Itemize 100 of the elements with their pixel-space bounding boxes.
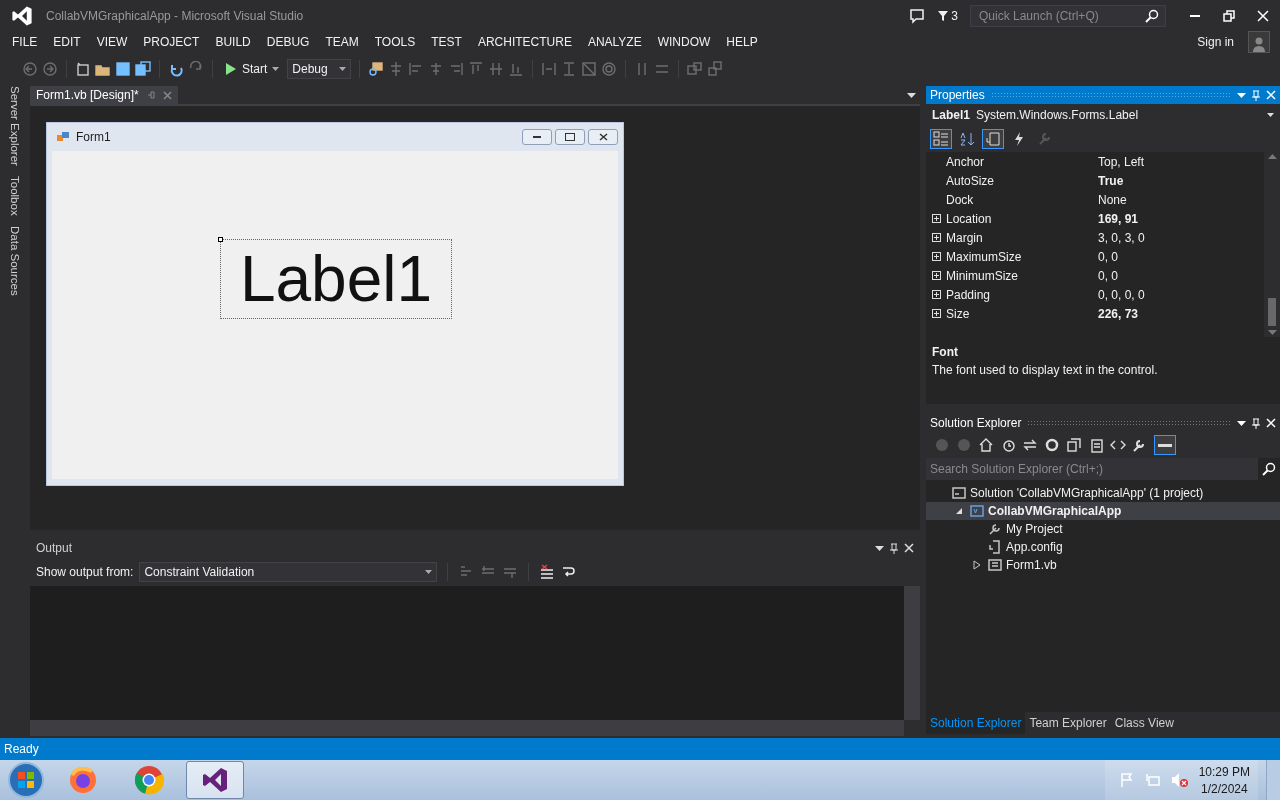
search-field[interactable]: Search Solution Explorer (Ctrl+;)	[926, 458, 1258, 480]
align-right-icon[interactable]	[448, 61, 465, 77]
close-icon	[598, 133, 608, 141]
find-icon[interactable]	[368, 61, 385, 77]
align-bottom-icon[interactable]	[508, 61, 525, 77]
panel-title: Properties	[930, 88, 985, 102]
side-tab[interactable]: Server Explorer	[7, 86, 23, 166]
tree-item[interactable]: CollabVMGraphicalApp	[926, 502, 1280, 520]
menu-item[interactable]: DEBUG	[258, 35, 318, 49]
tree-item[interactable]: App.config	[926, 538, 1280, 556]
menu-item[interactable]: FILE	[4, 35, 46, 49]
caret-icon	[1267, 113, 1274, 117]
tree-item[interactable]: My Project	[926, 520, 1280, 538]
properties-button[interactable]	[982, 129, 1004, 149]
menu-item[interactable]: EDIT	[45, 35, 89, 49]
horizontal-scrollbar[interactable]	[30, 720, 904, 736]
property-value[interactable]: Top, Left	[1098, 154, 1145, 169]
property-name[interactable]: Dock	[946, 192, 1098, 207]
collapse-all-icon[interactable]	[1066, 437, 1082, 453]
property-value[interactable]: 0, 0	[1098, 249, 1118, 264]
person-icon	[1252, 36, 1266, 52]
send-back-icon[interactable]	[707, 61, 724, 77]
menu-item[interactable]: HELP	[718, 35, 766, 49]
tree-item[interactable]: Form1.vb	[926, 556, 1280, 574]
object-selector[interactable]: Label1 System.Windows.Forms.Label	[926, 104, 1280, 126]
property-value[interactable]: 0, 0, 0, 0	[1098, 287, 1145, 302]
property-name[interactable]: Size	[946, 306, 1098, 321]
property-value[interactable]: 226, 73	[1098, 306, 1139, 321]
forward-icon[interactable]	[42, 61, 58, 77]
new-project-icon[interactable]	[75, 61, 91, 77]
forward-icon[interactable]	[956, 437, 972, 453]
maximize-icon	[565, 133, 575, 141]
property-name[interactable]: MaximumSize	[946, 249, 1098, 264]
show-all-files-icon[interactable]	[1088, 437, 1104, 453]
scrollbar-thumb[interactable]	[1268, 298, 1276, 326]
property-name[interactable]: Location	[946, 211, 1098, 226]
sort-alphabetical-icon	[959, 131, 975, 147]
preview-button[interactable]	[1154, 435, 1176, 455]
preview-icon	[1158, 443, 1172, 447]
configuration-dropdown[interactable]: Debug	[287, 59, 352, 79]
property-name[interactable]: MinimumSize	[946, 268, 1098, 283]
categorized-icon	[933, 131, 949, 147]
property-value[interactable]: 169, 91	[1098, 211, 1139, 226]
output-source-label: Show output from:	[36, 565, 134, 579]
categorized-button[interactable]	[930, 129, 952, 149]
sign-in-link[interactable]: Sign in	[1197, 35, 1234, 49]
property-value[interactable]: 3, 0, 3, 0	[1098, 230, 1145, 245]
property-value[interactable]: True	[1098, 173, 1124, 188]
size-icon[interactable]	[581, 61, 598, 77]
menu-item[interactable]: TEST	[423, 35, 470, 49]
menu-item[interactable]: BUILD	[207, 35, 259, 49]
restore-icon	[1223, 10, 1235, 22]
tree-item[interactable]: Solution 'CollabVMGraphicalApp' (1 project)	[926, 484, 1280, 502]
start-button[interactable]: Start	[221, 60, 284, 78]
muted-speaker-icon[interactable]	[1170, 772, 1189, 788]
history-icon[interactable]	[1000, 437, 1016, 453]
home-icon[interactable]	[978, 437, 994, 453]
start-button[interactable]	[6, 760, 46, 800]
scroll-down-icon[interactable]	[1267, 330, 1277, 335]
side-tab[interactable]: Toolbox	[7, 175, 23, 216]
document-tab[interactable]: Form1.vb [Design]*	[30, 86, 178, 104]
bring-front-icon[interactable]	[687, 61, 704, 77]
property-name[interactable]: Anchor	[946, 154, 1098, 169]
menu-item[interactable]: WINDOW	[649, 35, 719, 49]
menu-item[interactable]: TEAM	[317, 35, 367, 49]
save-icon[interactable]	[115, 61, 131, 77]
property-name[interactable]: Margin	[946, 230, 1098, 245]
panel-tab[interactable]: Solution Explorer	[926, 712, 1026, 734]
notification-count[interactable]: 3	[937, 9, 958, 23]
show-desktop-button[interactable]	[1266, 760, 1280, 800]
spacing-icon[interactable]	[541, 61, 558, 77]
save-all-icon[interactable]	[135, 61, 151, 77]
description-title: Font	[932, 345, 959, 359]
property-name[interactable]: AutoSize	[946, 173, 1098, 188]
caret-icon	[272, 67, 280, 71]
menu-item[interactable]: ARCHITECTURE	[469, 35, 580, 49]
back-icon[interactable]	[22, 61, 38, 77]
align-middle-icon[interactable]	[488, 61, 505, 77]
panel-tab[interactable]: Class View	[1110, 712, 1178, 734]
property-value[interactable]: None	[1098, 192, 1127, 207]
sync-icon[interactable]	[1022, 437, 1038, 453]
quick-launch-field[interactable]: Quick Launch (Ctrl+Q)	[970, 5, 1166, 27]
menu-item[interactable]: TOOLS	[366, 35, 424, 49]
scroll-up-icon[interactable]	[1267, 154, 1277, 159]
side-tab[interactable]: Data Sources	[7, 225, 23, 296]
label-control[interactable]: Label1	[220, 239, 452, 319]
output-source-dropdown[interactable]: Constraint Validation	[139, 562, 438, 582]
wrench-icon	[1037, 131, 1053, 147]
menu-item[interactable]: VIEW	[88, 35, 136, 49]
align-top-icon[interactable]	[468, 61, 485, 77]
vertical-scrollbar[interactable]	[904, 586, 920, 720]
back-icon[interactable]	[934, 437, 950, 453]
menu-item[interactable]: ANALYZE	[579, 35, 650, 49]
property-value[interactable]: 0, 0	[1098, 268, 1118, 283]
visual-studio-taskbar-button[interactable]	[186, 761, 244, 799]
close-icon	[162, 90, 172, 100]
form-icon	[988, 558, 1002, 572]
property-name[interactable]: Padding	[946, 287, 1098, 302]
menu-item[interactable]: PROJECT	[135, 35, 208, 49]
panel-tab[interactable]: Team Explorer	[1025, 712, 1111, 734]
